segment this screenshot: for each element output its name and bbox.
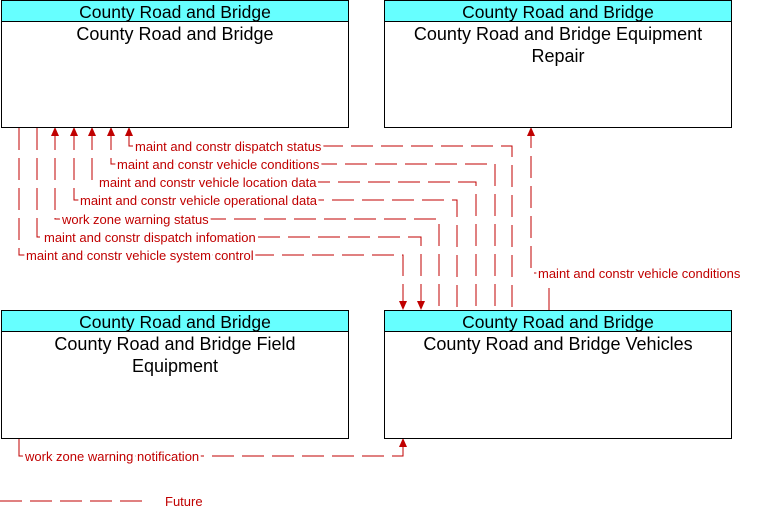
arrow-up-icon xyxy=(88,127,96,136)
element-field-equipment[interactable]: County Road and Bridge County Road and B… xyxy=(1,310,349,439)
element-name: County Road and Bridge Vehicles xyxy=(423,334,692,354)
arrow-up-icon xyxy=(51,127,59,136)
flow-label: work zone warning notification xyxy=(24,449,199,464)
element-name: County Road and Bridge Equipment xyxy=(414,24,702,44)
element-header: County Road and Bridge xyxy=(462,2,654,22)
legend: Future xyxy=(0,494,203,509)
element-name: Repair xyxy=(531,46,584,66)
arrow-up-icon xyxy=(70,127,78,136)
architecture-diagram: maint and constr dispatch status maint a… xyxy=(0,0,743,509)
arrow-up-icon xyxy=(107,127,115,136)
flow-label: maint and constr vehicle location data xyxy=(99,175,317,190)
element-header: County Road and Bridge xyxy=(79,2,271,22)
arrow-up-icon xyxy=(527,127,535,136)
arrow-up-icon xyxy=(399,438,407,447)
flow-label: work zone warning status xyxy=(61,212,209,227)
flow-label: maint and constr dispatch status xyxy=(135,139,322,154)
flow-label: maint and constr vehicle conditions xyxy=(538,266,741,281)
arrow-up-icon xyxy=(125,127,133,136)
element-header: County Road and Bridge xyxy=(462,312,654,332)
flow-vehicle-conditions-to-repair: maint and constr vehicle conditions xyxy=(527,127,743,310)
element-name: County Road and Bridge xyxy=(76,24,273,44)
flow-label: maint and constr vehicle conditions xyxy=(117,157,320,172)
element-header: County Road and Bridge xyxy=(79,312,271,332)
arrow-down-icon xyxy=(417,301,425,310)
element-name: Equipment xyxy=(132,356,218,376)
flow-work-zone-warning-notification: work zone warning notification xyxy=(18,438,407,467)
element-equipment-repair[interactable]: County Road and Bridge County Road and B… xyxy=(384,0,732,128)
element-name: County Road and Bridge Field xyxy=(54,334,295,354)
element-county-road-and-bridge[interactable]: County Road and Bridge County Road and B… xyxy=(1,0,349,128)
flow-work-zone-warning-status: work zone warning status xyxy=(51,127,440,310)
flow-label: maint and constr vehicle operational dat… xyxy=(80,193,318,208)
flow-label: maint and constr vehicle system control xyxy=(26,248,254,263)
legend-future-label: Future xyxy=(165,494,203,509)
element-vehicles[interactable]: County Road and Bridge County Road and B… xyxy=(384,310,732,439)
arrow-down-icon xyxy=(399,301,407,310)
flow-label: maint and constr dispatch infomation xyxy=(44,230,256,245)
